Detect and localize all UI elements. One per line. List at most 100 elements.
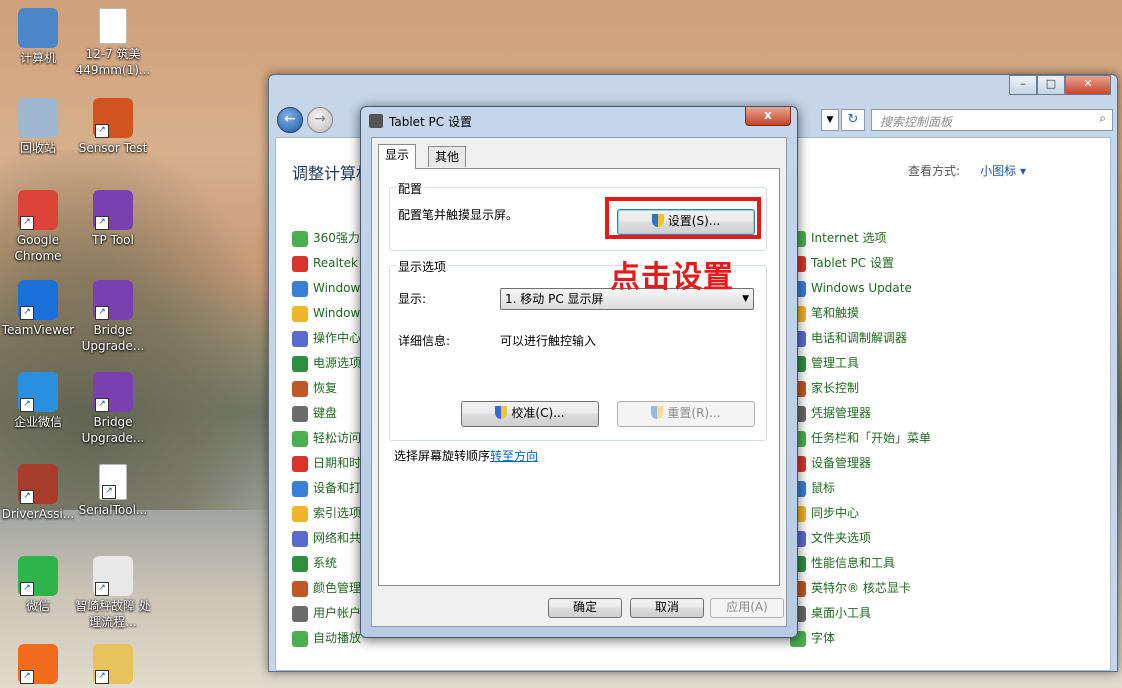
control-panel-item-icon (292, 230, 308, 247)
dialog-close-button[interactable]: x (745, 107, 791, 126)
desktop-icon[interactable]: ↗ Bridge Upgrade... (75, 372, 151, 446)
desktop-icon[interactable]: ↗ 微信 (0, 556, 76, 614)
tab-other[interactable]: 其他 (428, 146, 467, 167)
desktop-icon-label: Sensor Test (78, 141, 148, 155)
view-by-dropdown[interactable]: 小图标 ▾ (980, 162, 1026, 179)
desktop-icon[interactable]: ↗ DriverAssi... (0, 464, 76, 522)
control-panel-item[interactable]: 电话和调制解调器 (790, 326, 931, 351)
shortcut-arrow-icon: ↗ (20, 582, 34, 596)
control-panel-item-label: 操作中心 (313, 331, 362, 345)
apply-button[interactable]: 应用(A) (710, 598, 784, 618)
desktop-icon[interactable]: 计算机 (0, 8, 76, 66)
desktop-icon-label: TP Tool (92, 233, 134, 247)
annotation-text: 点击设置 (610, 260, 734, 295)
app-icon: ↗ (93, 372, 133, 412)
desktop-icon[interactable]: ↗ Google Chrome (0, 190, 76, 264)
control-panel-item[interactable]: 桌面小工具 (790, 601, 931, 626)
control-panel-item-icon (292, 330, 308, 347)
control-panel-item-label: Tablet PC 设置 (811, 256, 894, 270)
tab-display[interactable]: 显示 (378, 144, 417, 169)
control-panel-item-label: 电源选项 (313, 356, 362, 370)
forward-button[interactable]: → (307, 107, 333, 133)
control-panel-item[interactable]: 鼠标 (790, 476, 931, 501)
cancel-button[interactable]: 取消 (630, 598, 704, 618)
calibrate-button[interactable]: 校准(C)... (461, 401, 599, 427)
desktop-icon[interactable]: ↗ Sensor Test (75, 98, 151, 156)
desktop-icon[interactable]: ↗ 企业微信 (0, 372, 76, 430)
control-panel-item-icon (292, 530, 308, 547)
window-caption-buttons: – □ ✕ (1009, 75, 1111, 95)
desktop-icon[interactable]: ↗ 智崎秤故障 处理流程... (75, 556, 151, 630)
desktop-icon[interactable]: ↗ (75, 644, 151, 686)
desktop-icon[interactable]: 回收站 (0, 98, 76, 156)
config-group-label: 配置 (396, 180, 425, 197)
desktop-icon-label: 智崎秤故障 处理流程... (75, 599, 151, 629)
control-panel-item-label: 颜色管理 (313, 581, 362, 595)
app-icon (18, 8, 58, 48)
control-panel-item[interactable]: 字体 (790, 626, 931, 651)
control-panel-item[interactable]: 管理工具 (790, 351, 931, 376)
app-icon (18, 98, 58, 138)
shortcut-arrow-icon: ↗ (95, 216, 109, 230)
control-panel-item[interactable]: Internet 选项 (790, 226, 931, 251)
control-panel-item-label: 凭据管理器 (811, 406, 872, 420)
highlight-box (605, 197, 761, 239)
chevron-down-icon: ▼ (742, 294, 749, 304)
control-panel-item[interactable]: 凭据管理器 (790, 401, 931, 426)
app-icon: ↗ (99, 464, 127, 500)
maximize-button[interactable]: □ (1037, 75, 1065, 95)
app-icon: ↗ (18, 190, 58, 230)
desktop-icon-label: Google Chrome (14, 233, 62, 263)
control-panel-item-icon (292, 630, 308, 647)
desktop-icon[interactable]: ↗ TeamViewer (0, 280, 76, 338)
desktop-icon[interactable]: 12-7 筑美 449mm(1)... (75, 8, 151, 78)
desktop-icon-label: TeamViewer (1, 323, 75, 337)
desktop-icon[interactable]: ↗ (0, 644, 76, 686)
search-placeholder: 搜索控制面板 (880, 115, 953, 129)
refresh-button[interactable]: ↻ (841, 109, 865, 131)
control-panel-item-icon (292, 480, 308, 497)
reset-button[interactable]: 重置(R)... (617, 401, 755, 427)
control-panel-item-label: 设备管理器 (811, 456, 872, 470)
control-panel-item[interactable]: 性能信息和工具 (790, 551, 931, 576)
control-panel-item-label: 系统 (313, 556, 338, 570)
control-panel-item[interactable]: 文件夹选项 (790, 526, 931, 551)
uac-shield-icon (651, 406, 664, 419)
control-panel-item[interactable]: 家长控制 (790, 376, 931, 401)
control-panel-item[interactable]: 笔和触摸 (790, 301, 931, 326)
control-panel-item-label: Internet 选项 (811, 231, 887, 245)
display-label: 显示: (398, 292, 427, 306)
close-button[interactable]: ✕ (1065, 75, 1111, 95)
control-panel-item-label: Windows Update (811, 281, 912, 295)
desktop-icon-label: DriverAssi... (1, 507, 75, 521)
desktop-icon[interactable]: ↗ SerialTool... (75, 464, 151, 518)
minimize-button[interactable]: – (1009, 75, 1037, 95)
control-panel-item-icon (292, 280, 308, 297)
back-button[interactable]: ← (277, 107, 303, 133)
desktop-icon-label: SerialTool... (78, 503, 148, 517)
control-panel-item[interactable]: 任务栏和「开始」菜单 (790, 426, 931, 451)
desktop-icon-label: 微信 (25, 599, 50, 613)
control-panel-item[interactable]: 同步中心 (790, 501, 931, 526)
control-panel-item-label: 索引选项 (313, 506, 362, 520)
desktop-icon-label: Bridge Upgrade... (81, 415, 145, 445)
address-dropdown[interactable]: ▼ (821, 109, 839, 131)
app-icon: ↗ (93, 190, 133, 230)
view-by-label: 查看方式: (907, 164, 960, 178)
control-panel-item-icon (292, 505, 308, 522)
search-icon[interactable]: ⌕ (1099, 111, 1106, 126)
ok-button[interactable]: 确定 (548, 598, 622, 618)
control-panel-item[interactable]: 设备管理器 (790, 451, 931, 476)
control-panel-item-label: Window (313, 306, 361, 320)
search-input[interactable]: 搜索控制面板 ⌕ (871, 109, 1113, 131)
desktop-icon[interactable]: ↗ Bridge Upgrade... (75, 280, 151, 354)
control-panel-item[interactable]: 英特尔® 核芯显卡 (790, 576, 931, 601)
control-panel-item[interactable]: Windows Update (790, 276, 931, 301)
app-icon (99, 8, 127, 44)
details-value: 可以进行触控输入 (500, 334, 597, 348)
shortcut-arrow-icon: ↗ (20, 398, 34, 412)
control-panel-item-label: 自动播放 (313, 631, 362, 645)
control-panel-item[interactable]: Tablet PC 设置 (790, 251, 931, 276)
desktop-icon[interactable]: ↗ TP Tool (75, 190, 151, 248)
go-to-orientation-link[interactable]: 转至方向 (490, 449, 538, 463)
